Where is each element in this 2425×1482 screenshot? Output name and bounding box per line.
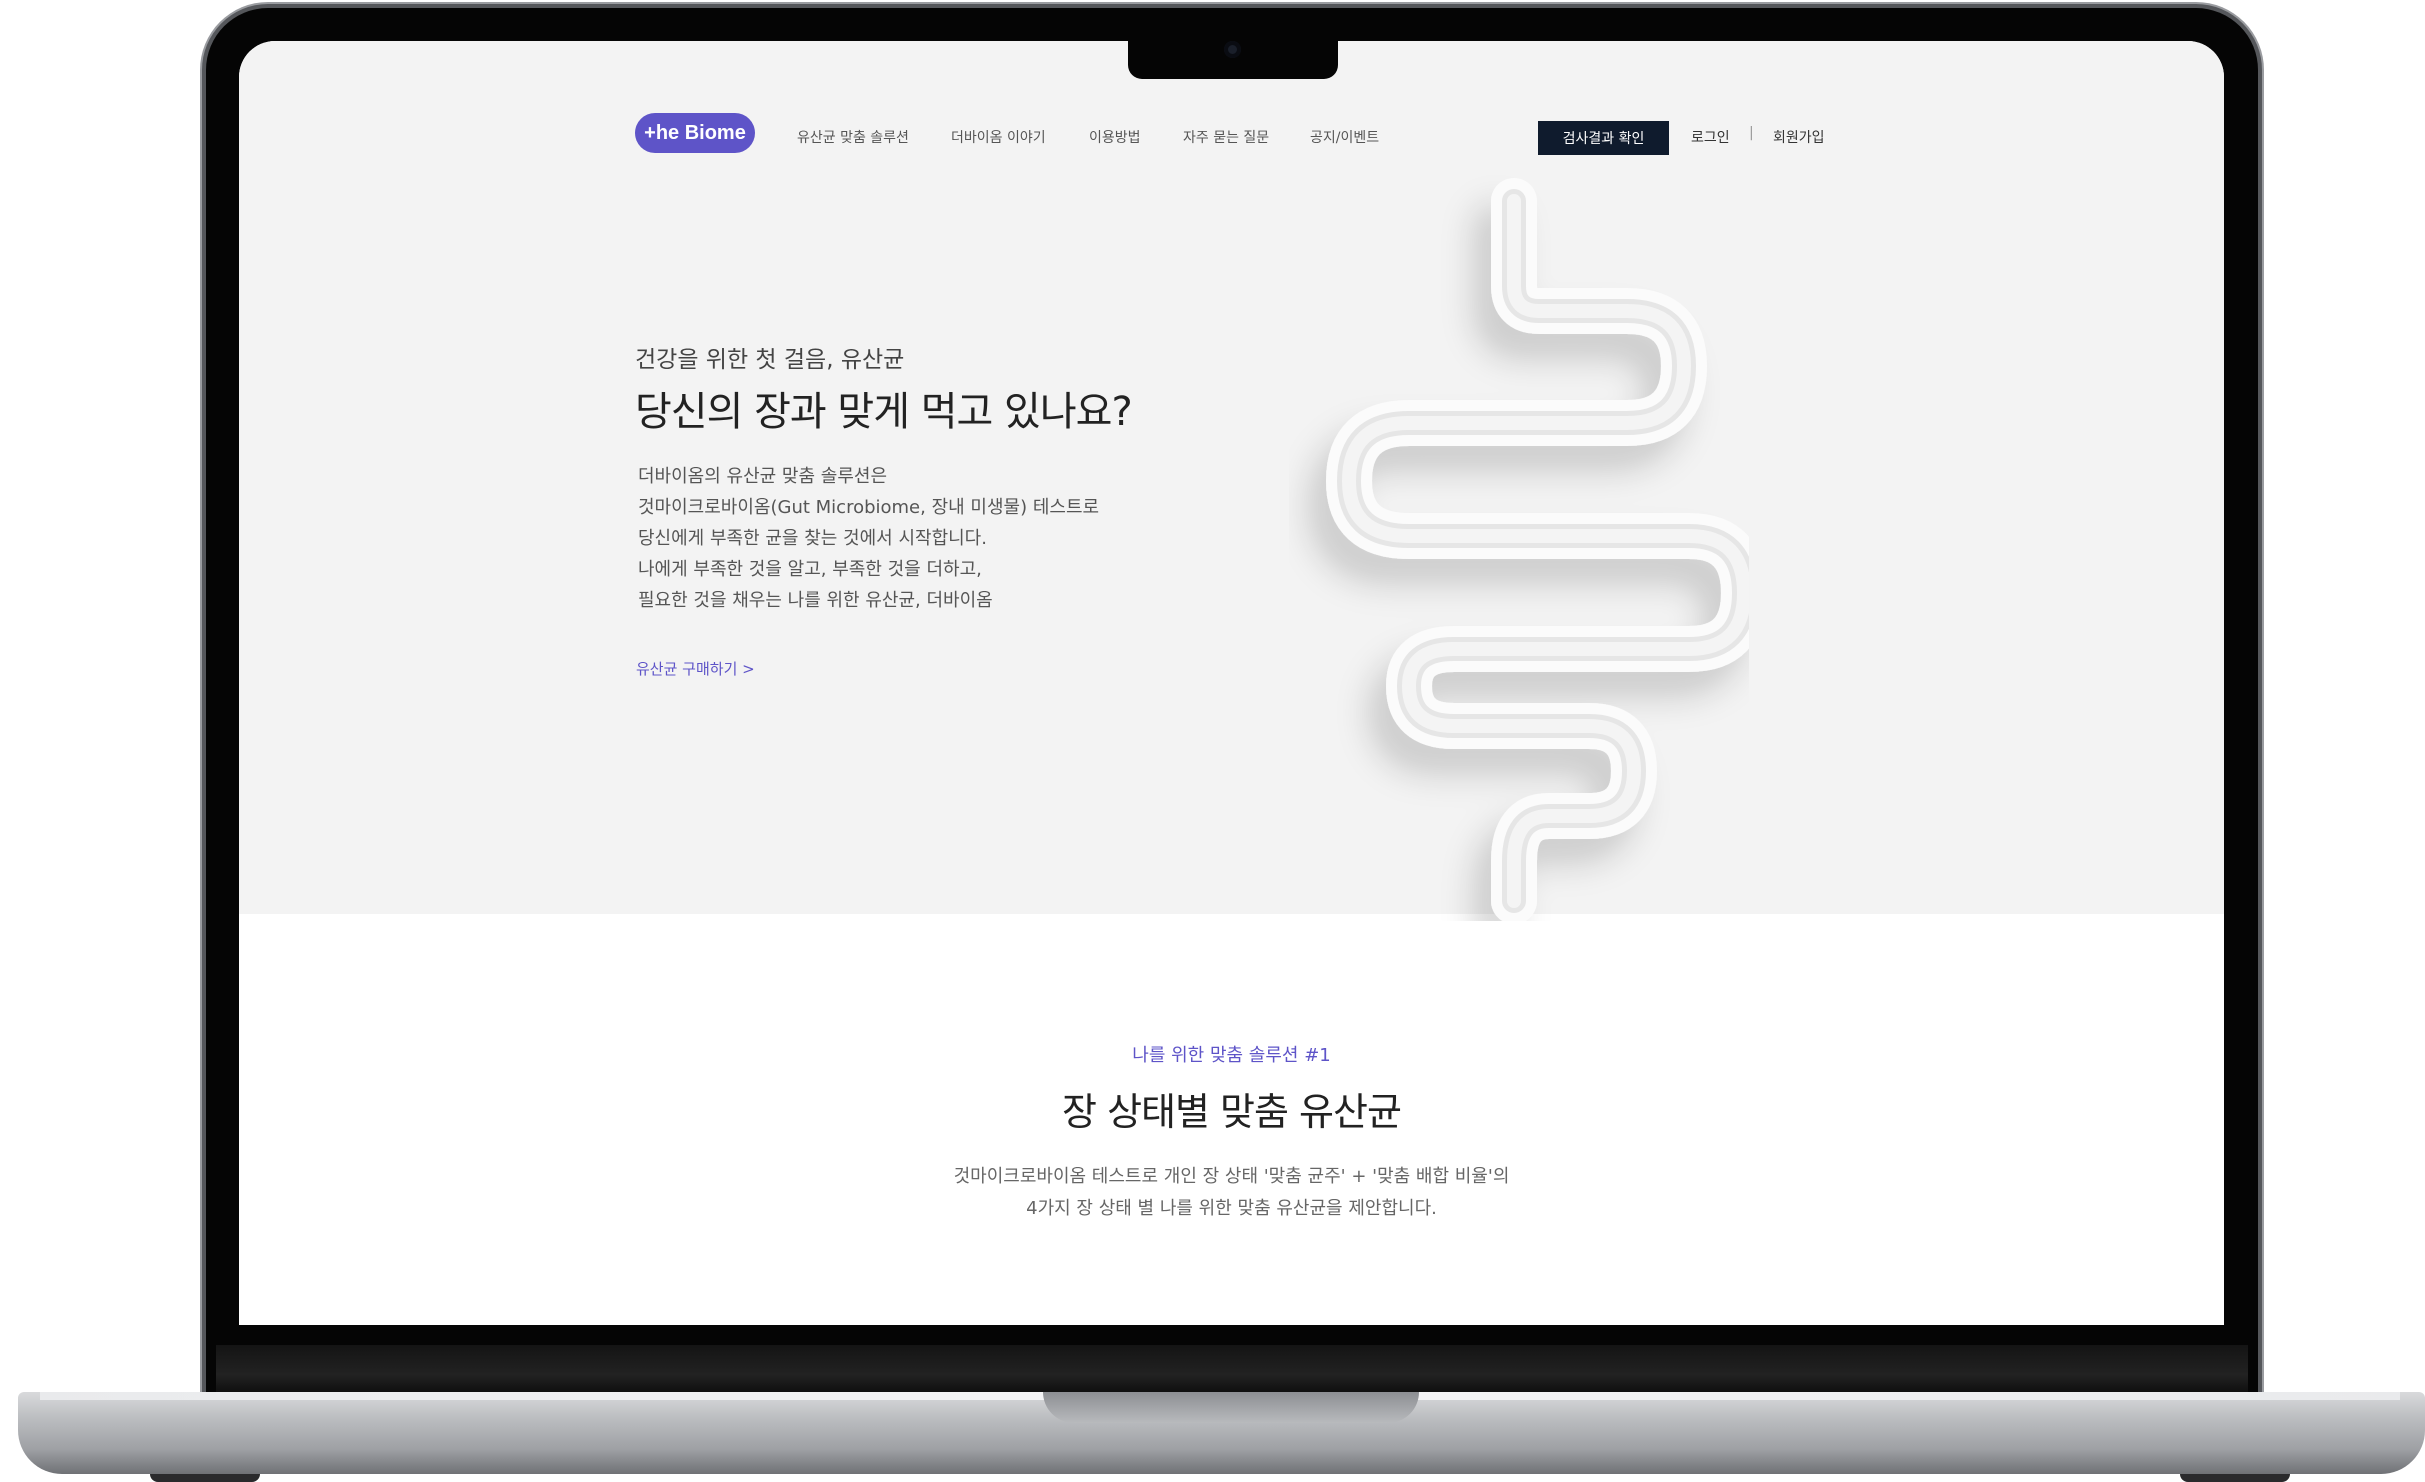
hero-description-line: 필요한 것을 채우는 나를 위한 유산균, 더바이옴 [638, 590, 993, 611]
section-kicker: 나를 위한 맞춤 솔루션 #1 [1132, 1045, 1331, 1066]
nav-item-notice[interactable]: 공지/이벤트 [1310, 127, 1379, 147]
section-description: 것마이크로바이옴 테스트로 개인 장 상태 '맞춤 균주' + '맞춤 배합 비… [239, 1161, 2224, 1225]
check-result-button[interactable]: 검사결과 확인 [1538, 121, 1669, 155]
brand-logo[interactable]: +he Biome [635, 113, 755, 153]
camera-icon [1224, 41, 1241, 58]
hero-description-line: 더바이옴의 유산균 맞춤 솔루션은 [638, 466, 888, 487]
hero-description-line: 나에게 부족한 것을 알고, 부족한 것을 더하고, [638, 559, 982, 580]
hero-section: +he Biome 유산균 맞춤 솔루션 더바이옴 이야기 이용방법 자주 묻는… [239, 41, 2224, 921]
nav-item-story[interactable]: 더바이옴 이야기 [951, 127, 1046, 147]
nav-item-faq[interactable]: 자주 묻는 질문 [1183, 127, 1269, 147]
login-link[interactable]: 로그인 [1691, 127, 1730, 147]
hero-description-line: 것마이크로바이옴(Gut Microbiome, 장내 미생물) 테스트로 [638, 497, 1100, 518]
section-description-line: 4가지 장 상태 별 나를 위한 맞춤 유산균을 제안합니다. [1026, 1198, 1437, 1219]
laptop-hinge [216, 1345, 2248, 1395]
laptop-foot-left [150, 1474, 260, 1482]
hero-description-line: 당신에게 부족한 균을 찾는 것에서 시작합니다. [638, 528, 987, 549]
hero-subtitle: 건강을 위한 첫 걸음, 유산균 [635, 347, 905, 373]
screen: +he Biome 유산균 맞춤 솔루션 더바이옴 이야기 이용방법 자주 묻는… [239, 41, 2224, 1325]
laptop-foot-right [2180, 1474, 2290, 1482]
auth-separator: | [1749, 125, 1754, 141]
laptop-opening-notch [1043, 1392, 1419, 1423]
section-title: 장 상태별 맞춤 유산균 [1062, 1090, 1402, 1134]
nav-item-how-to-use[interactable]: 이용방법 [1089, 127, 1141, 147]
buy-probiotics-link[interactable]: 유산균 구매하기 > [636, 658, 755, 679]
section-description-line: 것마이크로바이옴 테스트로 개인 장 상태 '맞춤 균주' + '맞춤 배합 비… [953, 1166, 1510, 1187]
intestine-illustration [1326, 178, 1749, 921]
hero-description: 더바이옴의 유산균 맞춤 솔루션은 것마이크로바이옴(Gut Microbiom… [638, 461, 1099, 616]
hero-title: 당신의 장과 맞게 먹고 있나요? [635, 389, 1133, 435]
signup-link[interactable]: 회원가입 [1773, 127, 1825, 147]
nav-item-probiotic-solution[interactable]: 유산균 맞춤 솔루션 [797, 127, 909, 147]
